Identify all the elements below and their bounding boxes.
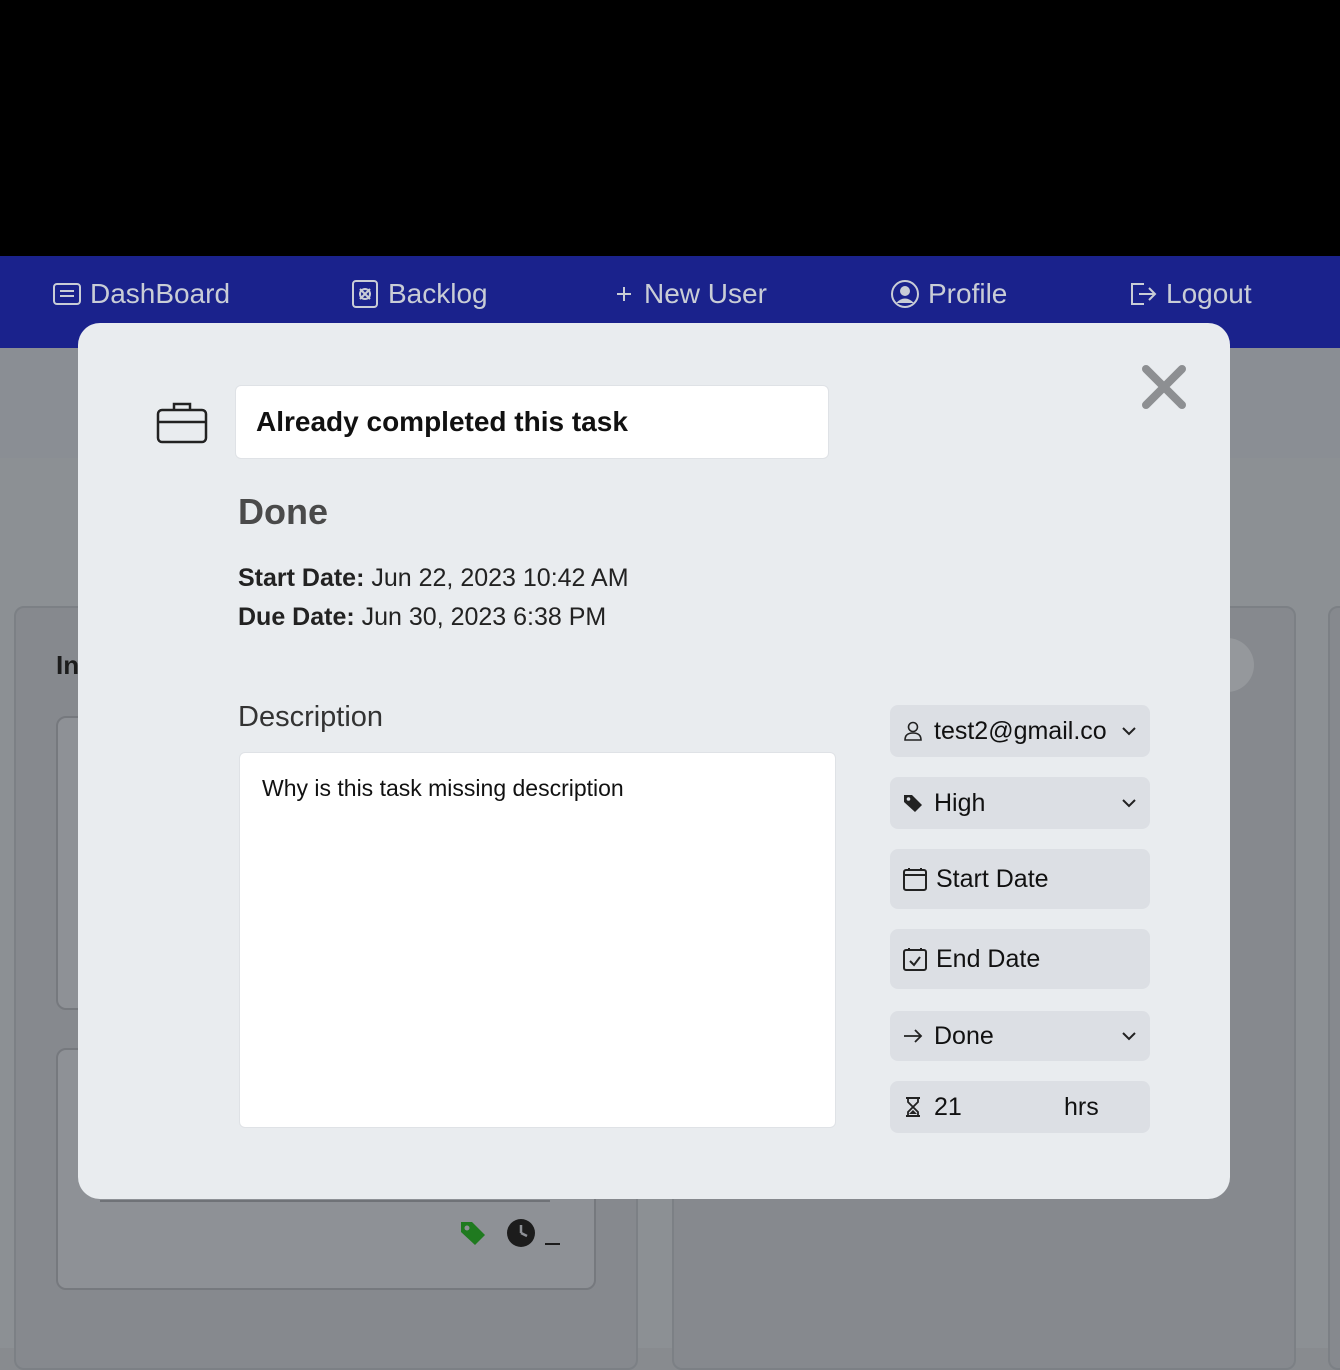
- tag-icon: [461, 1222, 485, 1245]
- status-select[interactable]: Done: [890, 1011, 1150, 1061]
- assignee-select[interactable]: test2@gmail.co: [890, 705, 1150, 757]
- priority-value: High: [934, 788, 986, 817]
- end-date-button-label: End Date: [936, 944, 1041, 973]
- nav-new-user[interactable]: New User: [612, 276, 767, 312]
- column-title: In: [56, 650, 80, 680]
- chevron-down-icon: [1122, 799, 1136, 808]
- hours-value[interactable]: 21: [934, 1093, 1064, 1122]
- profile-icon: [891, 280, 919, 308]
- card-divider: [100, 1200, 550, 1202]
- description-label: Description: [238, 701, 384, 733]
- due-date-line: Due Date: Jun 30, 2023 6:38 PM: [238, 603, 606, 632]
- close-icon[interactable]: [1140, 363, 1188, 411]
- nav-profile[interactable]: Profile: [890, 276, 1007, 312]
- backlog-icon: [352, 280, 378, 308]
- due-date-value: Jun 30, 2023 6:38 PM: [361, 603, 607, 631]
- priority-select[interactable]: High: [890, 777, 1150, 829]
- hours-unit: hrs: [1064, 1092, 1099, 1121]
- nav-backlog-label: Backlog: [388, 278, 488, 309]
- task-modal: Already completed this task Done Start D…: [78, 323, 1230, 1199]
- description-textarea[interactable]: Why is this task missing description: [239, 752, 836, 1128]
- nav-backlog[interactable]: Backlog: [350, 276, 488, 312]
- hours-field[interactable]: 21 hrs: [890, 1081, 1150, 1133]
- chevron-down-icon: [1122, 727, 1136, 736]
- board-column: [1328, 606, 1340, 1370]
- user-icon: [904, 721, 922, 741]
- dashboard-icon: [53, 283, 81, 305]
- hourglass-icon: [906, 1097, 920, 1117]
- nav-profile-label: Profile: [928, 278, 1008, 309]
- clock-icon: [507, 1219, 535, 1247]
- nav-logout[interactable]: Logout: [1128, 276, 1252, 312]
- nav-logout-label: Logout: [1166, 278, 1252, 309]
- start-date-line: Start Date: Jun 22, 2023 10:42 AM: [238, 564, 629, 593]
- assignee-value: test2@gmail.co: [934, 716, 1107, 745]
- start-date-button-label: Start Date: [936, 864, 1049, 893]
- nav-dashboard[interactable]: DashBoard: [52, 276, 230, 312]
- end-date-button[interactable]: End Date: [890, 929, 1150, 989]
- task-title-input[interactable]: Already completed this task: [235, 385, 829, 459]
- status-heading: Done: [238, 491, 328, 532]
- tag-icon: [904, 795, 922, 812]
- calendar-check-icon: [903, 948, 927, 971]
- nav-dashboard-label: DashBoard: [90, 278, 231, 309]
- start-date-value: Jun 22, 2023 10:42 AM: [371, 564, 629, 592]
- top-black-bar: [0, 0, 1340, 256]
- status-value: Done: [934, 1021, 994, 1050]
- start-date-label: Start Date:: [238, 564, 365, 592]
- logout-icon: [1131, 283, 1157, 305]
- card-placeholder-text: [545, 1243, 560, 1245]
- briefcase-icon: [156, 402, 208, 444]
- due-date-label: Due Date:: [238, 603, 355, 631]
- plus-icon: [617, 287, 631, 301]
- calendar-icon: [903, 868, 927, 891]
- chevron-down-icon: [1122, 1032, 1136, 1041]
- start-date-button[interactable]: Start Date: [890, 849, 1150, 909]
- arrow-right-icon: [904, 1029, 923, 1043]
- nav-new-user-label: New User: [644, 278, 767, 309]
